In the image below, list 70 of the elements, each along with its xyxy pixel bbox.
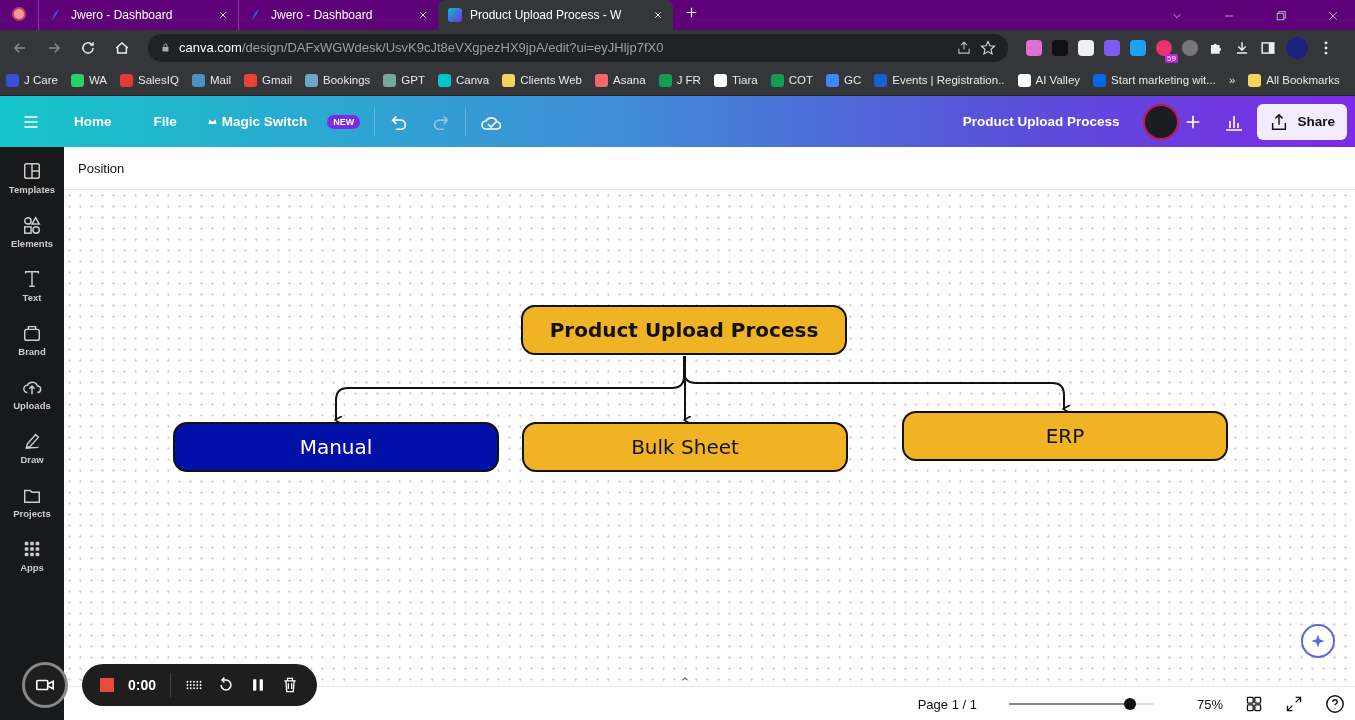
extension-icon[interactable]: [1078, 39, 1094, 56]
close-icon: [1327, 10, 1339, 22]
bookmark[interactable]: Bookings: [305, 73, 371, 87]
position-button[interactable]: Position: [78, 160, 125, 176]
title-node: Product Upload Process: [521, 305, 847, 355]
recording-indicator-icon: [12, 7, 26, 21]
reload-icon: [80, 39, 96, 56]
document-title[interactable]: Product Upload Process: [962, 114, 1120, 129]
extension-icon[interactable]: [1026, 39, 1042, 56]
close-icon: [653, 10, 663, 20]
sidebar-item[interactable]: Elements: [10, 215, 54, 249]
bookmark[interactable]: Events | Registration..: [874, 73, 1005, 87]
text-icon: [22, 269, 42, 289]
sidebar-item[interactable]: Text: [22, 269, 42, 303]
browser-tab[interactable]: Product Upload Process - W: [438, 0, 673, 30]
caret-up-icon: [680, 674, 690, 684]
sidebar-item[interactable]: Brand: [18, 323, 46, 357]
lock-icon: [160, 42, 171, 53]
bookmark[interactable]: AI Valley: [1017, 73, 1081, 87]
bookmark[interactable]: Canva: [438, 73, 490, 87]
user-avatar[interactable]: [1143, 103, 1180, 140]
sidebar-item[interactable]: Templates: [8, 161, 56, 195]
download-icon: [1234, 39, 1250, 56]
share-icon: [956, 39, 972, 56]
fullscreen-icon: [1285, 695, 1303, 713]
sidebar-item[interactable]: Draw: [20, 431, 44, 465]
briefcase-icon: [22, 323, 42, 343]
close-icon: [218, 10, 228, 20]
shapes-icon: [22, 215, 42, 235]
page-indicator[interactable]: Page 1 / 1: [917, 696, 977, 712]
bookmark[interactable]: GPT: [383, 73, 425, 87]
bookmark[interactable]: Clients Web: [502, 73, 583, 87]
new-badge: NEW: [327, 114, 361, 129]
restore-icon: [1275, 10, 1287, 22]
bookmark[interactable]: J FR: [658, 73, 701, 87]
bookmark[interactable]: COT: [770, 73, 813, 87]
extension-icon[interactable]: [1130, 39, 1146, 56]
app-icon: [448, 8, 462, 22]
share-button[interactable]: Share: [1257, 103, 1347, 140]
process-node: ERP: [902, 411, 1228, 461]
address-bar[interactable]: canva.com/design/DAFxWGWdesk/UsvK9cJt8eVXgpezHX9jpA/edit?ui=eyJHljp7fX0: [148, 33, 1008, 62]
bookmark[interactable]: GC: [826, 73, 862, 87]
bookmark[interactable]: Tiara: [713, 73, 758, 87]
bookmark[interactable]: J Care: [6, 73, 58, 87]
sidebar-item[interactable]: Projects: [13, 485, 51, 519]
zoom-percentage[interactable]: 75%: [1196, 696, 1223, 712]
notification-badge: 59: [1165, 53, 1178, 63]
templates-icon: [22, 161, 42, 181]
star-icon: [980, 39, 996, 56]
home-icon: [114, 39, 130, 56]
apps-icon: [22, 539, 42, 559]
bookmark-folder[interactable]: All Bookmarks: [1248, 73, 1340, 87]
new-tab-icon: [685, 6, 698, 19]
magic-assistant-button[interactable]: [1301, 624, 1335, 658]
grid-view-icon: [1245, 695, 1263, 713]
bookmark[interactable]: Start marketing wit...: [1093, 73, 1216, 87]
process-node: Manual: [173, 422, 499, 472]
bookmark[interactable]: Gmail: [244, 73, 293, 87]
sidebar-item[interactable]: Uploads: [13, 377, 51, 411]
bookmark[interactable]: Mail: [191, 73, 231, 87]
sidebar-item[interactable]: Apps: [20, 539, 44, 573]
close-icon: [418, 10, 428, 20]
bookmark[interactable]: Asana: [595, 73, 646, 87]
bookmark[interactable]: SalesIQ: [120, 73, 179, 87]
process-node: Bulk Sheet: [522, 422, 848, 472]
more-bookmarks-button[interactable]: »: [1228, 74, 1236, 86]
help-icon: [1325, 694, 1345, 714]
side-panel-icon: [1260, 39, 1276, 56]
recording-timer: 0:00: [128, 677, 157, 693]
bookmark[interactable]: WA: [70, 73, 107, 87]
